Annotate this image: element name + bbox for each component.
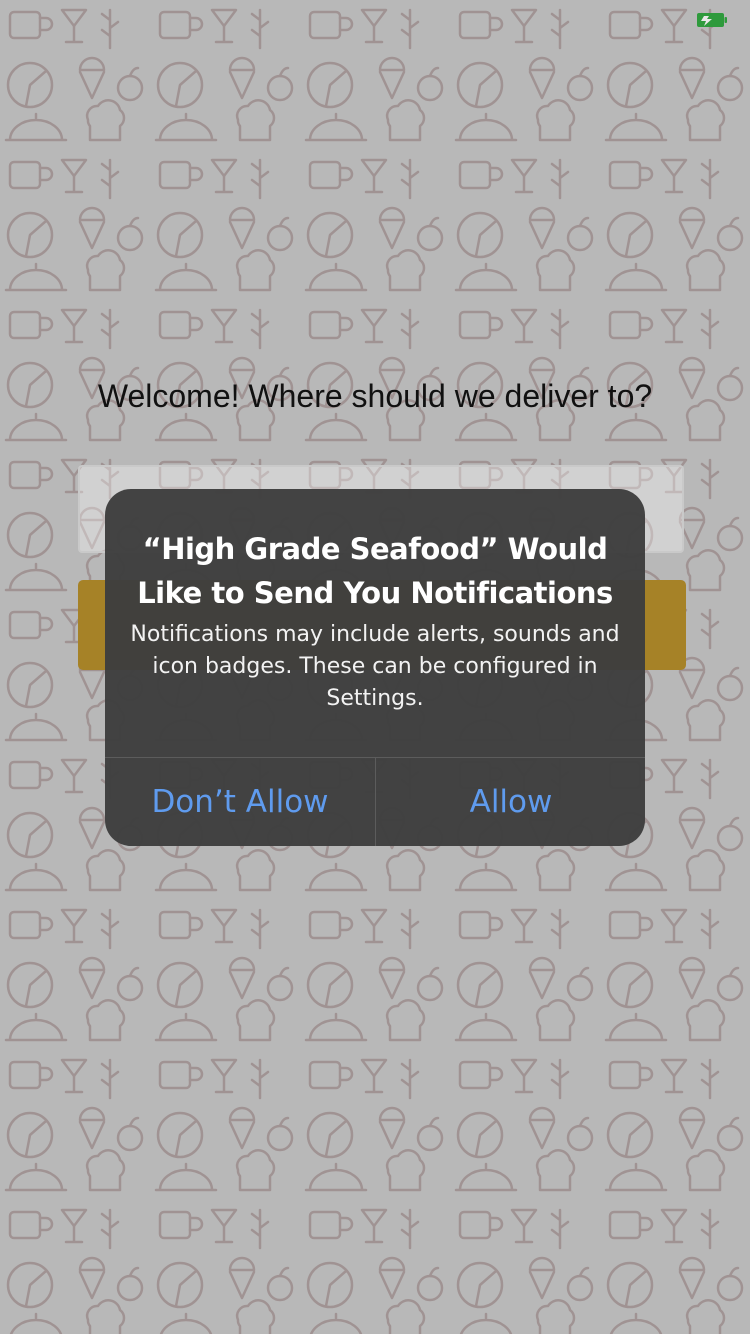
notification-permission-alert: “High Grade Seafood” Would Like to Send … — [105, 489, 645, 846]
dont-allow-button[interactable]: Don’t Allow — [105, 758, 375, 846]
allow-button[interactable]: Allow — [376, 758, 645, 846]
welcome-title: Welcome! Where should we deliver to? — [97, 378, 653, 414]
alert-title: “High Grade Seafood” Would Like to Send … — [137, 532, 613, 610]
alert-message: Notifications may include alerts, sounds… — [130, 622, 620, 711]
battery-charging-icon — [697, 13, 727, 27]
